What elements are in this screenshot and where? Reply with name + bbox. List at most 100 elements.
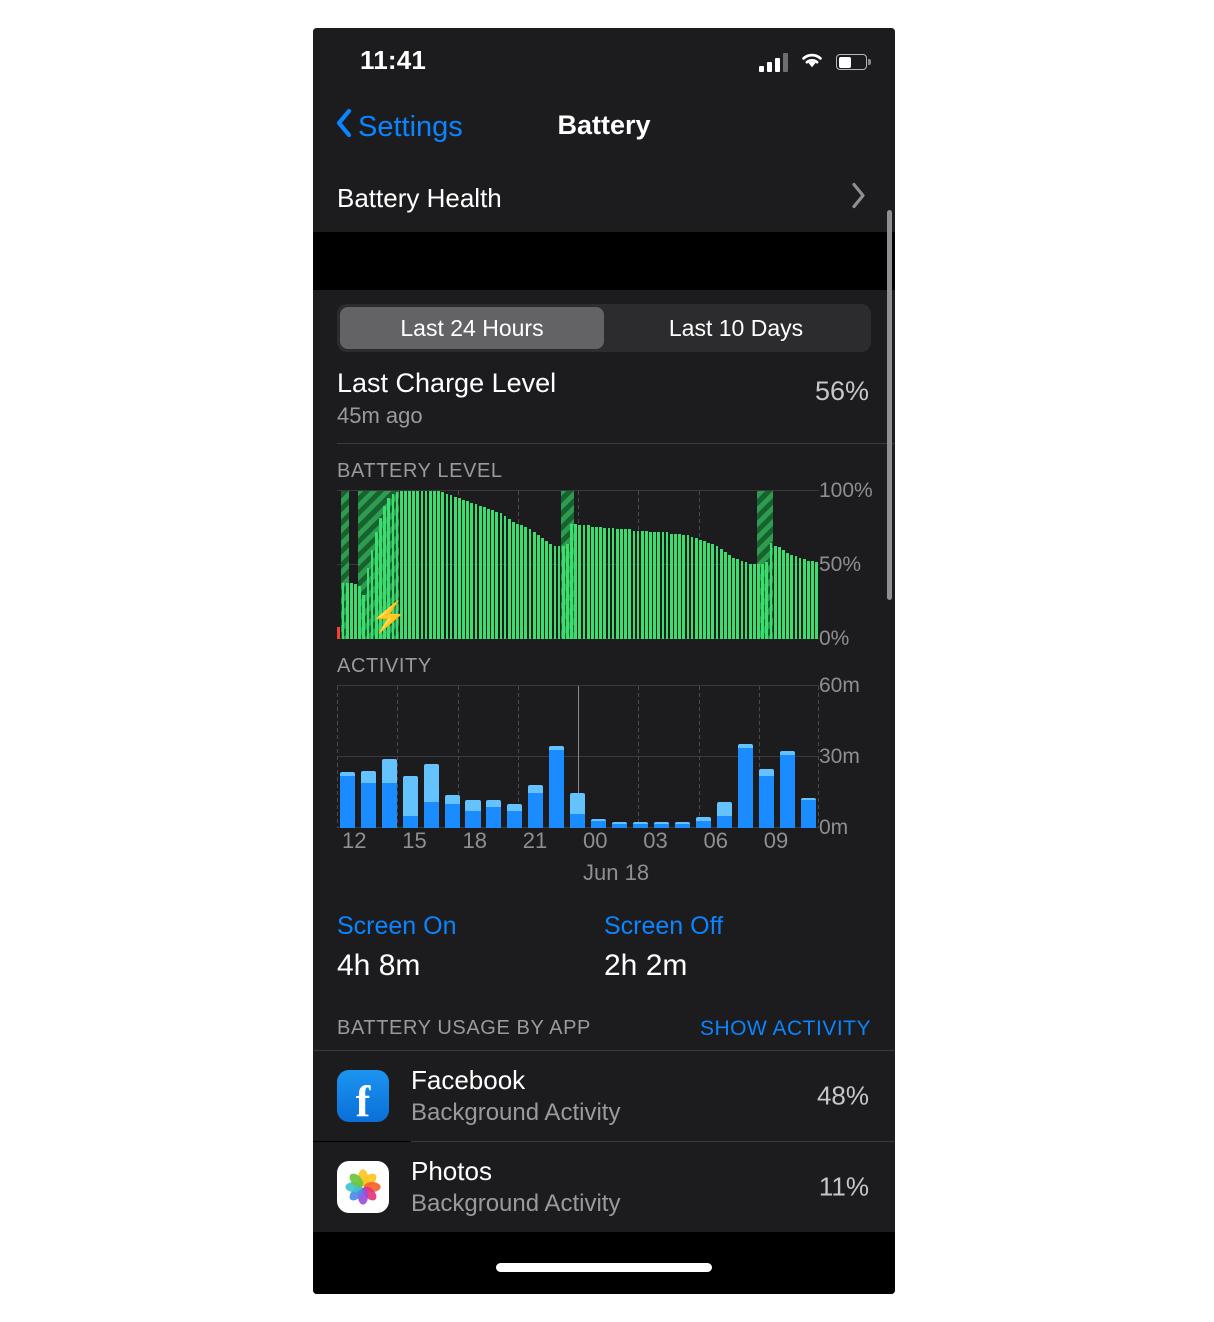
battery-level-bar [765, 562, 769, 639]
battery-level-bar [615, 529, 619, 639]
app-usage-row-photos[interactable]: Photos Background Activity 11% [313, 1142, 895, 1232]
battery-level-bar [698, 539, 702, 639]
app-percent: 11% [818, 1171, 869, 1202]
battery-level-bar [532, 532, 536, 639]
screen-on-label: Screen On [337, 912, 457, 940]
app-name: Facebook [411, 1065, 526, 1095]
battery-level-bar [416, 491, 420, 639]
activity-bar-screen-off [758, 768, 774, 776]
page-title: Battery [557, 110, 651, 140]
battery-level-bar [420, 491, 424, 639]
battery-level-bar [499, 513, 503, 639]
battery-level-bar [748, 563, 752, 639]
activity-bar-screen-on [549, 749, 565, 828]
activity-bar-screen-off [737, 744, 753, 748]
activity-bar-screen-off [423, 764, 439, 802]
battery-level-bar [611, 528, 615, 639]
activity-bar-screen-off [779, 751, 795, 755]
battery-level-y-axis: 0% 50% 100% [819, 479, 889, 650]
activity-bar-screen-on [695, 820, 712, 828]
battery-level-chart: ⚡ [337, 490, 819, 639]
battery-level-bar [707, 542, 711, 639]
battery-level-bar [354, 584, 357, 639]
app-name: Photos [411, 1156, 492, 1186]
battery-health-row[interactable]: Battery Health [313, 164, 895, 232]
lightning-bolt-icon: ⚡ [370, 601, 408, 634]
battery-level-bar [428, 491, 432, 639]
battery-icon [836, 54, 871, 70]
battery-level-bar [470, 502, 474, 639]
screen-off-block: Screen Off 2h 2m [604, 912, 871, 983]
app-usage-row-facebook[interactable]: f Facebook Background Activity 48% [313, 1051, 895, 1141]
battery-level-bar [674, 533, 677, 639]
battery-level-bar [541, 538, 544, 639]
battery-level-bar [715, 545, 719, 639]
activity-bar-screen-on [570, 813, 586, 828]
battery-level-bar [686, 535, 690, 639]
activity-header: ACTIVITY [337, 655, 432, 677]
battery-level-bar [777, 547, 781, 639]
battery-level-bar [516, 523, 519, 639]
battery-level-bar [345, 582, 349, 639]
battery-level-bar [536, 535, 540, 639]
app-percent: 48% [816, 1080, 869, 1111]
phone-screen: 11:41 Settings Battery Battery Health La… [313, 28, 895, 1294]
segment-last-24-hours[interactable]: Last 24 Hours [340, 307, 604, 349]
activity-bar-screen-on [381, 783, 397, 828]
facebook-icon: f [337, 1070, 389, 1122]
activity-bar-screen-on [465, 811, 481, 828]
battery-level-bar [437, 491, 440, 639]
battery-level-bar [694, 538, 698, 639]
battery-level-bar [586, 525, 590, 639]
activity-chart [337, 685, 819, 828]
gridline [698, 686, 700, 828]
activity-bar-screen-on [360, 783, 376, 828]
axis-tick-label: 60m [819, 674, 860, 697]
cellular-signal-icon [759, 52, 788, 72]
scroll-content[interactable]: Battery Health Last 24 Hours Last 10 Day… [313, 164, 895, 1294]
battery-level-bar [649, 532, 652, 639]
axis-tick-label: 0% [819, 627, 850, 650]
battery-level-bar [491, 510, 494, 639]
battery-stats-card: Last 24 Hours Last 10 Days Last Charge L… [313, 290, 895, 1051]
scrollbar[interactable] [887, 210, 892, 600]
battery-health-label: Battery Health [337, 182, 502, 213]
segment-last-10-days[interactable]: Last 10 Days [604, 307, 868, 349]
battery-level-bar [574, 523, 578, 639]
range-selector-wrap: Last 24 Hours Last 10 Days [313, 290, 895, 352]
status-icon-group [759, 50, 871, 74]
activity-bar-screen-off [486, 799, 502, 807]
battery-level-bar [349, 582, 353, 639]
screen-off-label: Screen Off [604, 912, 724, 940]
screen-time-summary: Screen On 4h 8m Screen Off 2h 2m [313, 890, 895, 993]
activity-bar-screen-off [695, 817, 712, 821]
activity-chart-block: 0m 30m 60m 12 15 18 21 00 03 06 09 Jun 18 [313, 674, 895, 890]
axis-tick-label: 15 [402, 828, 427, 853]
battery-level-bar [520, 525, 524, 639]
show-activity-button[interactable]: SHOW ACTIVITY [700, 1017, 871, 1041]
home-indicator[interactable] [496, 1263, 712, 1272]
activity-bar-screen-off [591, 818, 607, 821]
battery-level-bar [624, 529, 627, 639]
battery-level-bar [769, 542, 773, 639]
last-charge-level-row: Last Charge Level 45m ago 56% [313, 352, 895, 443]
activity-bar-screen-on [591, 820, 607, 828]
last-charge-subtitle: 45m ago [337, 403, 423, 428]
section-gap [313, 232, 895, 290]
battery-level-bar [657, 532, 661, 639]
photos-icon [337, 1161, 389, 1213]
battery-level-bar [786, 553, 789, 639]
activity-bar-screen-on [444, 804, 460, 828]
battery-level-bar [653, 532, 657, 639]
activity-bar-screen-off [360, 771, 376, 784]
battery-level-bar [620, 529, 623, 639]
range-segmented-control[interactable]: Last 24 Hours Last 10 Days [337, 304, 871, 352]
screen-off-value: 2h 2m [604, 949, 688, 982]
battery-level-bar [507, 519, 511, 639]
axis-tick-label: 18 [462, 828, 487, 853]
activity-bar-screen-off [800, 797, 816, 800]
battery-level-bar [478, 505, 482, 639]
battery-level-chart-block: ⚡ 0% 50% 100% [313, 479, 895, 650]
screen-on-value: 4h 8m [337, 949, 421, 982]
activity-bar-screen-on [758, 775, 774, 828]
